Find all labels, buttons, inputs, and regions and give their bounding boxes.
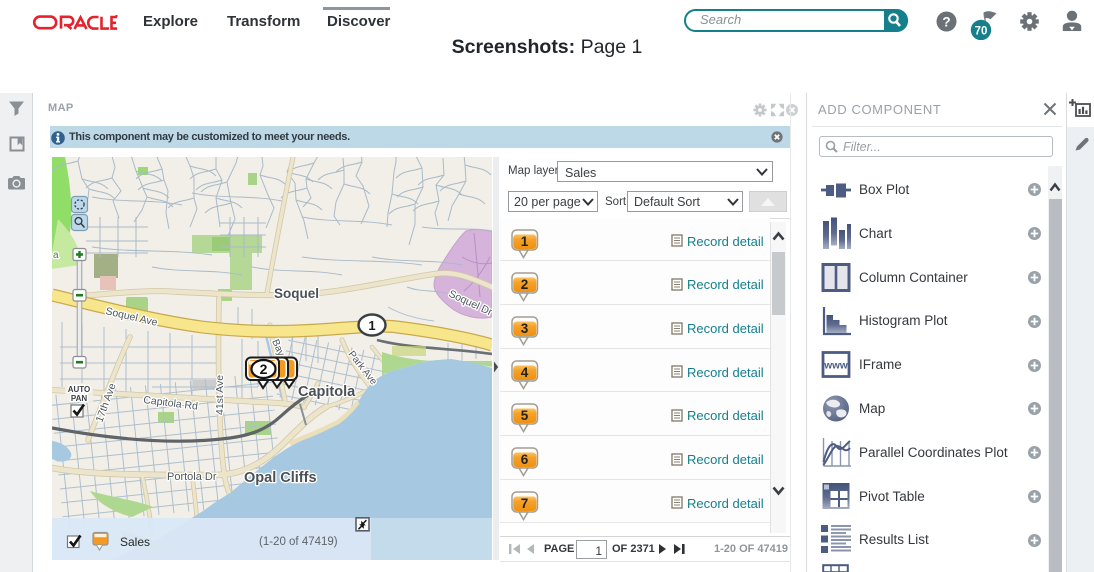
svg-text:Portola Dr: Portola Dr — [167, 471, 217, 483]
svg-text:2: 2 — [260, 361, 268, 377]
svg-text:AUTO: AUTO — [68, 385, 91, 394]
svg-text:2: 2 — [521, 277, 529, 292]
svg-text:Sales: Sales — [120, 535, 150, 549]
svg-text:(1-20 of 47419): (1-20 of 47419) — [259, 536, 338, 548]
svg-text:41st Ave: 41st Ave — [214, 375, 226, 415]
svg-text:5: 5 — [521, 408, 529, 423]
svg-text:3: 3 — [521, 321, 529, 336]
svg-text:1: 1 — [368, 318, 375, 333]
svg-text:Opal Cliffs: Opal Cliffs — [244, 470, 317, 486]
svg-text:a: a — [53, 250, 59, 261]
svg-text:Capitola: Capitola — [298, 384, 356, 400]
svg-text:1: 1 — [521, 233, 529, 248]
svg-text:PAN: PAN — [71, 394, 88, 403]
svg-text:Soquel: Soquel — [274, 286, 319, 301]
svg-text:7: 7 — [521, 496, 529, 511]
svg-text:6: 6 — [521, 452, 529, 467]
svg-text:www: www — [823, 361, 848, 372]
svg-text:?: ? — [942, 14, 950, 29]
svg-text:4: 4 — [521, 364, 529, 379]
svg-text:70: 70 — [975, 25, 988, 37]
